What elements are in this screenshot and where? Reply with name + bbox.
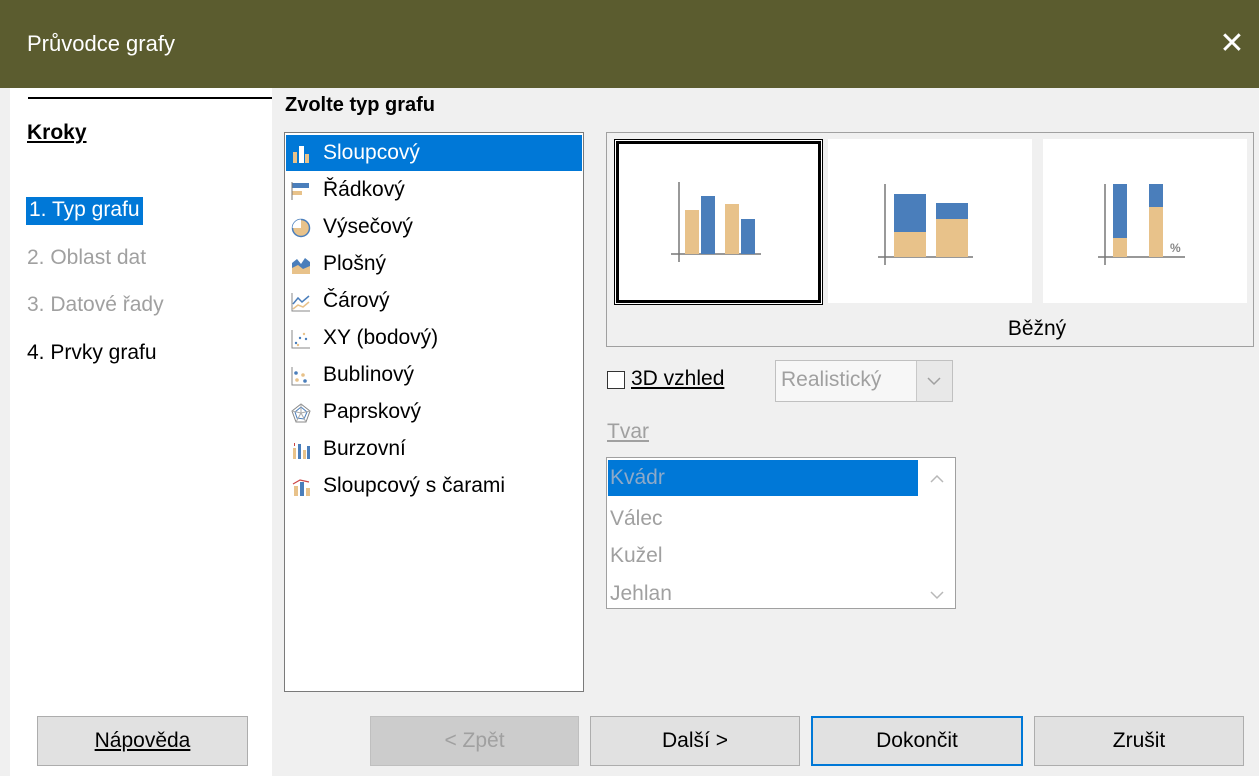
variant-normal[interactable] [614, 139, 823, 305]
3d-look-label-text: 3D vzhled [631, 367, 725, 390]
chart-type-list[interactable]: Sloupcový Řádkový Výsečový Plošný Čárový [284, 132, 584, 692]
chart-type-item-pie[interactable]: Výsečový [286, 209, 582, 245]
chart-type-label: Čárový [323, 289, 390, 312]
dialog-title: Průvodce grafy [27, 31, 175, 56]
shape-list-scrollbar[interactable] [919, 458, 955, 608]
chart-type-item-column-line[interactable]: Sloupcový s čarami [286, 468, 582, 504]
step-chart-type[interactable]: 1. Typ grafu [26, 197, 143, 225]
shape-item-cone: Kužel [610, 544, 663, 567]
scatter-chart-icon [291, 330, 310, 349]
chart-wizard-dialog: Průvodce grafy ✕ Kroky 1. Typ grafu 2. O… [0, 0, 1259, 776]
help-button-label: Nápověda [94, 729, 191, 752]
shape-list: Kvádr Válec Kužel Jehlan [606, 457, 956, 609]
percent-mark: % [1170, 241, 1181, 255]
variant-percent-stacked[interactable]: % [1043, 139, 1247, 303]
shape-item-cylinder: Válec [610, 507, 663, 530]
chart-type-label: Sloupcový [323, 141, 420, 164]
chart-type-label: Sloupcový s čarami [323, 474, 506, 497]
steps-panel: Kroky 1. Typ grafu 2. Oblast dat 3. Dato… [10, 88, 272, 776]
chart-type-label: Paprskový [323, 400, 422, 423]
chevron-down-icon[interactable] [916, 361, 952, 401]
3d-scheme-value: Realistický [781, 368, 882, 391]
title-bar: Průvodce grafy ✕ [0, 0, 1259, 88]
back-button: < Zpět [370, 716, 579, 766]
chart-type-label: Bublinový [323, 363, 415, 386]
variant-name: Běžný [1007, 317, 1067, 340]
chart-type-item-bubble[interactable]: Bublinový [286, 357, 582, 393]
stacked-column-variant-icon [878, 184, 973, 265]
shape-label: Tvar [607, 420, 649, 443]
cancel-button[interactable]: Zrušit [1034, 716, 1244, 766]
chart-type-item-bar[interactable]: Řádkový [286, 172, 582, 208]
bar-chart-icon [291, 182, 309, 200]
variant-stacked[interactable] [828, 139, 1032, 303]
3d-look-checkbox[interactable] [607, 371, 625, 389]
chart-type-label: Výsečový [323, 215, 413, 238]
chart-type-item-column[interactable]: Sloupcový [286, 135, 582, 171]
chart-type-label: Řádkový [323, 178, 405, 201]
area-chart-icon [292, 258, 310, 274]
choose-chart-type-heading: Zvolte typ grafu [285, 94, 436, 116]
chart-type-item-stock[interactable]: Burzovní [286, 431, 582, 467]
next-button[interactable]: Další > [590, 716, 800, 766]
bubble-chart-icon [291, 367, 310, 386]
chart-type-item-line[interactable]: Čárový [286, 283, 582, 319]
net-chart-icon [291, 403, 311, 423]
chart-type-item-area[interactable]: Plošný [286, 246, 582, 282]
steps-heading: Kroky [27, 121, 87, 144]
step-chart-elements[interactable]: 4. Prvky grafu [27, 341, 157, 365]
shape-item-pyramid: Jehlan [610, 582, 672, 605]
step-data-series: 3. Datové řady [27, 293, 164, 316]
normal-column-variant-icon [671, 182, 761, 262]
stock-chart-icon [293, 443, 310, 459]
chart-type-label: Plošný [323, 252, 387, 275]
steps-divider [28, 97, 272, 99]
shape-item-cuboid: Kvádr [608, 460, 918, 496]
column-chart-icon [293, 146, 309, 163]
line-chart-icon [291, 293, 310, 312]
3d-look-label: 3D vzhled [631, 367, 724, 391]
finish-button[interactable]: Dokončit [811, 716, 1023, 766]
column-line-chart-icon [292, 479, 310, 496]
help-button[interactable]: Nápověda [37, 716, 248, 766]
close-icon[interactable]: ✕ [1205, 0, 1259, 88]
step-data-range: 2. Oblast dat [27, 246, 147, 269]
chart-type-label: XY (bodový) [323, 326, 439, 349]
chart-type-label: Burzovní [323, 437, 406, 460]
pie-chart-icon [291, 218, 311, 238]
3d-scheme-dropdown[interactable]: Realistický [775, 360, 953, 402]
chart-type-item-xy[interactable]: XY (bodový) [286, 320, 582, 356]
percent-stacked-column-variant-icon: % [1098, 184, 1185, 265]
chart-variant-panel: % Běžný [606, 132, 1254, 347]
chart-type-item-net[interactable]: Paprskový [286, 394, 582, 430]
